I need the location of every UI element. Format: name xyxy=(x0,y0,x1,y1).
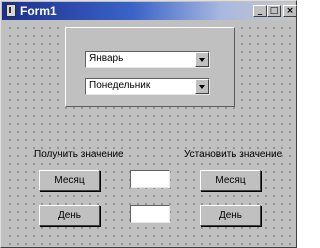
get-value-label: Получить значение xyxy=(34,149,124,160)
weekday-combobox-value: Понедельник xyxy=(89,80,151,91)
close-icon: × xyxy=(286,6,294,16)
minimize-icon: _ xyxy=(257,6,263,16)
month-combobox-value: Январь xyxy=(89,53,124,64)
get-day-button[interactable]: День xyxy=(39,205,100,226)
close-button[interactable]: × xyxy=(283,5,297,17)
month-combobox[interactable]: Январь xyxy=(85,51,210,68)
day-value-field[interactable] xyxy=(130,205,170,223)
maximize-button[interactable]: □ xyxy=(267,5,281,17)
maximize-icon: □ xyxy=(269,6,279,16)
weekday-combobox[interactable]: Понедельник xyxy=(85,78,210,95)
set-day-button[interactable]: День xyxy=(200,205,261,226)
form-client-area: Январь Понедельник Получить значение Уст… xyxy=(4,22,293,246)
app-icon[interactable] xyxy=(6,4,16,17)
combo-panel: Январь Понедельник xyxy=(65,27,235,107)
window-title: Form1 xyxy=(20,4,57,18)
month-value-field[interactable] xyxy=(130,170,170,188)
chevron-down-icon[interactable] xyxy=(195,52,209,67)
chevron-down-icon[interactable] xyxy=(195,79,209,94)
set-month-button[interactable]: Месяц xyxy=(200,170,261,191)
get-month-button[interactable]: Месяц xyxy=(39,170,100,191)
form-window: Form1 _ □ × Январь Понедельник Получить … xyxy=(0,0,297,248)
title-bar[interactable]: Form1 _ □ × xyxy=(2,2,297,20)
set-value-label: Установить значение xyxy=(184,149,283,160)
minimize-button[interactable]: _ xyxy=(253,5,267,17)
